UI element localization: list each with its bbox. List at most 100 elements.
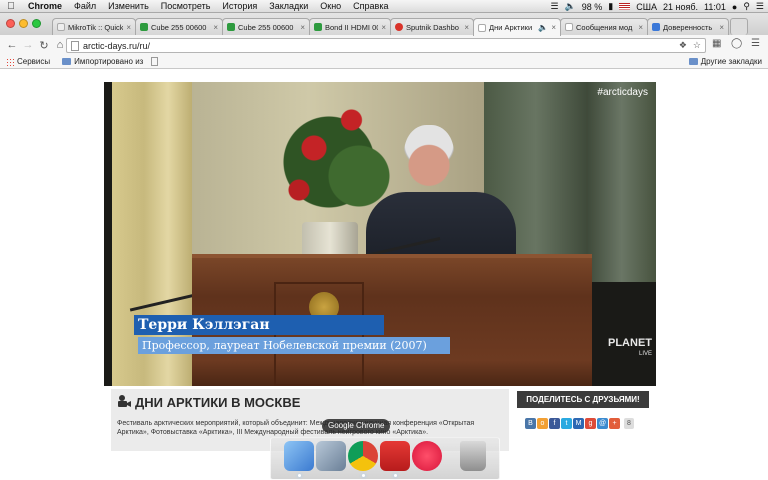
folder-icon [688, 58, 698, 65]
close-tab-icon[interactable]: × [464, 23, 469, 32]
facebook-share-icon[interactable]: f [549, 418, 560, 429]
reload-icon[interactable]: ↻ [36, 39, 52, 52]
twitter-share-icon[interactable]: t [561, 418, 572, 429]
trash-icon[interactable] [460, 441, 486, 471]
zoom-window-icon[interactable] [32, 19, 41, 28]
close-tab-icon[interactable]: × [300, 23, 305, 32]
menu-help[interactable]: Справка [347, 1, 394, 11]
opera-icon[interactable] [380, 441, 410, 471]
tab-title: Sputnik Dashbo [406, 22, 459, 32]
tab-title: Сообщения мод [576, 22, 633, 32]
menu-app-name[interactable]: Chrome [22, 1, 68, 11]
tab-sputnik[interactable]: Sputnik Dashbo × [390, 18, 474, 35]
battery-percent[interactable]: 98 % [582, 2, 603, 12]
channel-logo: PLANET LIVE [608, 338, 652, 360]
volume-icon[interactable]: 🔈 [565, 1, 576, 12]
bookmark-label: Другие закладки [700, 57, 762, 66]
preview-icon[interactable] [316, 441, 346, 471]
tab-title: Cube 255 00600 [238, 22, 294, 32]
share-count: 8 [624, 418, 634, 429]
page-icon [151, 57, 159, 66]
speaker-name-caption: Терри Кэллэган [134, 315, 384, 335]
video-camera-icon [118, 395, 131, 407]
input-locale[interactable]: США [636, 2, 657, 12]
menu-bookmarks[interactable]: Закладки [263, 1, 314, 11]
bookmark-star-icon[interactable]: ☆ [693, 40, 701, 51]
page-icon [71, 40, 79, 51]
wifi-icon[interactable]: ☰ [550, 1, 558, 12]
back-arrow-icon[interactable]: ← [4, 39, 20, 51]
bookmark-page[interactable] [151, 57, 159, 66]
apps-grid-icon [6, 57, 14, 66]
running-indicator [394, 474, 397, 477]
tab-cube-2[interactable]: Cube 255 00600 × [222, 18, 310, 35]
bookmark-apps[interactable]: Сервисы [6, 57, 50, 66]
close-tab-icon[interactable]: × [381, 23, 386, 32]
spotlight-icon[interactable]: ⚲ [743, 1, 750, 12]
doc-favicon-icon [652, 23, 660, 31]
tab-mikrotik[interactable]: MikroTik :: Quick × [52, 18, 136, 35]
chrome-icon[interactable] [348, 441, 378, 471]
menu-bar:  Chrome Файл Изменить Посмотреть Истори… [0, 0, 768, 13]
chrome-menu-icon[interactable]: ☰ [751, 38, 760, 49]
tab-power-of-attorney[interactable]: Доверенность × [647, 18, 729, 35]
menu-history[interactable]: История [216, 1, 263, 11]
event-description: Фестиваль арктических мероприятий, котор… [117, 420, 475, 436]
status-area: ☰ 🔈 98 % ▮ США 21 нояб. 11:01 ● ⚲ ☰ [550, 0, 764, 13]
apple-icon[interactable]:  [0, 1, 22, 12]
tab-cube-1[interactable]: Cube 255 00600 × [135, 18, 223, 35]
translate-extension-icon[interactable]: ▦ [712, 38, 721, 49]
email-share-icon[interactable]: @ [597, 418, 608, 429]
menu-edit[interactable]: Изменить [102, 1, 155, 11]
dock-tooltip: Google Chrome [322, 419, 391, 433]
tab-arctic-days[interactable]: Дни Арктики 🔈 × [473, 18, 561, 36]
video-speaker-head [404, 125, 454, 187]
menu-window[interactable]: Окно [314, 1, 347, 11]
speaker-title-caption: Профессор, лауреат Нобелевской премии (2… [138, 337, 450, 354]
menu-file[interactable]: Файл [68, 1, 102, 11]
url-text: arctic-days.ru/ru/ [83, 40, 151, 51]
c-favicon-icon [140, 23, 148, 31]
tab-messages[interactable]: Сообщения мод × [560, 18, 648, 35]
address-bar[interactable]: arctic-days.ru/ru/ ❖ ☆ [66, 38, 706, 53]
folder-icon [62, 58, 72, 65]
date[interactable]: 21 нояб. [663, 2, 698, 12]
new-tab-button[interactable] [730, 18, 748, 35]
close-tab-icon[interactable]: × [126, 23, 131, 32]
close-window-icon[interactable] [6, 19, 15, 28]
video-player[interactable]: #arcticdays Терри Кэллэган Профессор, ла… [104, 82, 656, 386]
itunes-icon[interactable] [412, 441, 442, 471]
clock[interactable]: 11:01 [704, 2, 726, 12]
social-share-buttons: В o f t M g @ + 8 [525, 418, 634, 429]
close-tab-icon[interactable]: × [551, 23, 556, 32]
tab-title: Bond II HDMI 00 [325, 22, 379, 32]
audio-playing-icon: 🔈 [538, 23, 549, 32]
tab-title: Cube 255 00600 [151, 22, 207, 32]
bookmark-other-folder[interactable]: Другие закладки [688, 57, 762, 66]
tab-bond[interactable]: Bond II HDMI 00 × [309, 18, 391, 35]
share-button[interactable]: ПОДЕЛИТЕСЬ С ДРУЗЬЯМИ! [517, 391, 649, 408]
forward-arrow-icon[interactable]: → [20, 39, 36, 51]
minimize-window-icon[interactable] [19, 19, 28, 28]
video-hashtag: #arcticdays [597, 87, 648, 98]
sputnik-favicon-icon [395, 23, 403, 31]
vk-share-icon[interactable]: В [525, 418, 536, 429]
extension-icon[interactable]: ◯ [731, 38, 742, 49]
more-share-icon[interactable]: + [609, 418, 620, 429]
menu-view[interactable]: Посмотреть [155, 1, 217, 11]
close-tab-icon[interactable]: × [719, 23, 724, 32]
flag-icon[interactable] [619, 3, 631, 10]
google-share-icon[interactable]: g [585, 418, 596, 429]
close-tab-icon[interactable]: × [213, 23, 218, 32]
finder-icon[interactable] [284, 441, 314, 471]
mailru-share-icon[interactable]: M [573, 418, 584, 429]
notification-center-icon[interactable]: ☰ [756, 1, 764, 12]
page-favicon-icon [57, 23, 65, 31]
battery-icon[interactable]: ▮ [608, 1, 613, 12]
odnoklassniki-share-icon[interactable]: o [537, 418, 548, 429]
user-icon[interactable]: ● [732, 2, 737, 12]
translate-icon[interactable]: ❖ [679, 40, 687, 51]
bookmark-imported-folder[interactable]: Импортировано из [62, 57, 143, 66]
close-tab-icon[interactable]: × [638, 23, 643, 32]
page-favicon-icon [565, 23, 573, 31]
